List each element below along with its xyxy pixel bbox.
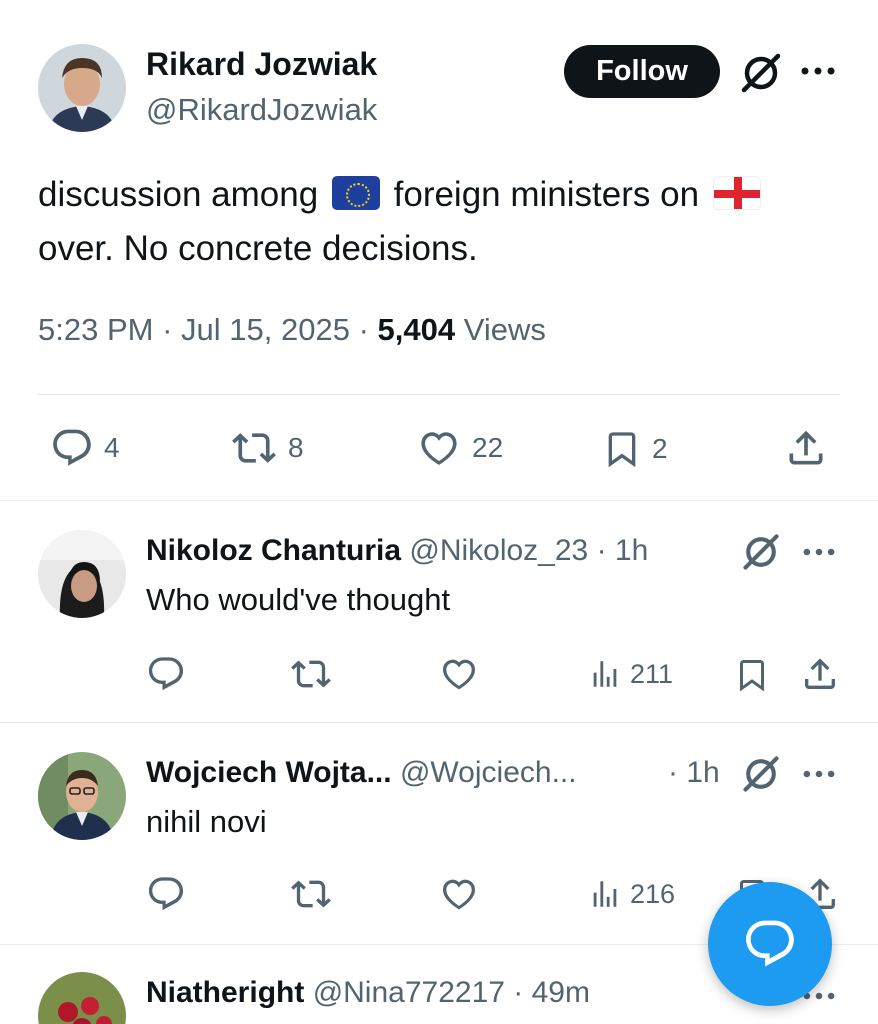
divider [0, 722, 878, 723]
reply-author-handle[interactable]: @Nikoloz_23 [409, 534, 588, 567]
reply-header: Nikoloz Chanturia @Nikoloz_23 · 1h [146, 534, 648, 568]
author-handle[interactable]: @RikardJozwiak [146, 92, 377, 128]
author-name[interactable]: Rikard Jozwiak [146, 46, 377, 83]
follow-button[interactable]: Follow [564, 45, 720, 98]
views-button[interactable]: 211 [588, 654, 673, 694]
tweet-text-part: over. No concrete decisions. [38, 229, 478, 268]
author-avatar[interactable] [38, 44, 126, 132]
like-button[interactable] [438, 654, 480, 694]
like-count: 22 [472, 432, 504, 463]
divider [38, 394, 840, 395]
reply-author-handle[interactable]: @Wojciech... [400, 756, 577, 789]
reply-button[interactable]: 4 [50, 426, 120, 470]
share-button[interactable] [784, 426, 828, 470]
views-label: Views [463, 312, 546, 347]
grok-icon[interactable] [740, 754, 782, 794]
more-options-icon[interactable] [800, 56, 836, 86]
repost-button[interactable] [290, 874, 332, 914]
like-button[interactable] [438, 874, 480, 914]
reply-text: Who would've thought [146, 582, 451, 617]
reply-avatar[interactable] [38, 530, 126, 618]
eu-flag-icon [331, 176, 380, 210]
reply-icon [746, 920, 794, 967]
heart-icon [443, 879, 475, 910]
tweet-date[interactable]: Jul 15, 2025 [181, 312, 350, 347]
repost-button[interactable]: 8 [230, 426, 304, 470]
reply-icon [148, 877, 184, 911]
tweet-time[interactable]: 5:23 PM [38, 312, 153, 347]
bookmark-icon [608, 432, 636, 468]
repost-button[interactable] [290, 654, 332, 694]
repost-icon [232, 433, 276, 463]
like-button[interactable]: 22 [416, 426, 503, 470]
meta-separator: · [162, 312, 173, 347]
bookmark-icon [740, 660, 764, 692]
reply-author-name[interactable]: Nikoloz Chanturia [146, 534, 401, 567]
reply-header: Niatheright @Nina772217 · 49m [146, 976, 590, 1010]
reply-header: Wojciech Wojta... @Wojciech... [146, 756, 577, 790]
tweet-text-part: foreign ministers on [393, 175, 700, 214]
divider [0, 500, 878, 501]
georgia-flag-icon [712, 176, 761, 210]
reply-button[interactable] [146, 874, 186, 914]
views-count: 5,404 [377, 312, 456, 347]
tweet-meta: 5:23 PM · Jul 15, 2025 · 5,404 Views [38, 312, 546, 348]
repost-icon [291, 880, 331, 908]
share-icon [789, 430, 823, 465]
reply-icon [53, 429, 91, 466]
share-button[interactable] [800, 654, 840, 694]
bookmark-count: 2 [652, 433, 668, 464]
reply-text: nihil novi [146, 804, 267, 839]
views-count: 211 [630, 658, 674, 689]
tweet-text-part: discussion among [38, 175, 319, 214]
bookmark-button[interactable] [734, 654, 770, 696]
reply-time[interactable]: · 1h [597, 534, 649, 567]
grok-icon[interactable] [738, 52, 784, 94]
meta-separator: · [358, 312, 369, 347]
share-icon [805, 658, 835, 689]
heart-icon [421, 432, 457, 465]
reply-time[interactable]: · 1h [668, 756, 720, 790]
bookmark-button[interactable]: 2 [602, 426, 668, 472]
tweet-text: discussion among foreign ministers on ov… [38, 168, 838, 276]
compose-reply-button[interactable] [708, 882, 832, 1006]
reply-avatar[interactable] [38, 752, 126, 840]
reply-author-handle[interactable]: @Nina772217 [313, 976, 505, 1009]
reply-avatar[interactable] [38, 972, 126, 1024]
reply-author-name[interactable]: Wojciech Wojta... [146, 756, 392, 789]
more-options-icon[interactable] [802, 538, 836, 566]
views-count: 216 [630, 878, 676, 909]
repost-count: 8 [288, 432, 304, 463]
reply-count: 4 [104, 432, 120, 463]
reply-icon [148, 657, 184, 691]
more-options-icon[interactable] [802, 760, 836, 788]
heart-icon [443, 659, 475, 690]
reply-author-name[interactable]: Niatheright [146, 976, 304, 1009]
repost-icon [291, 660, 331, 688]
grok-icon[interactable] [740, 532, 782, 572]
analytics-icon [593, 661, 617, 687]
reply-time[interactable]: · 49m [513, 976, 590, 1009]
analytics-icon [593, 881, 617, 907]
views-button[interactable]: 216 [588, 874, 675, 914]
reply-button[interactable] [146, 654, 186, 694]
